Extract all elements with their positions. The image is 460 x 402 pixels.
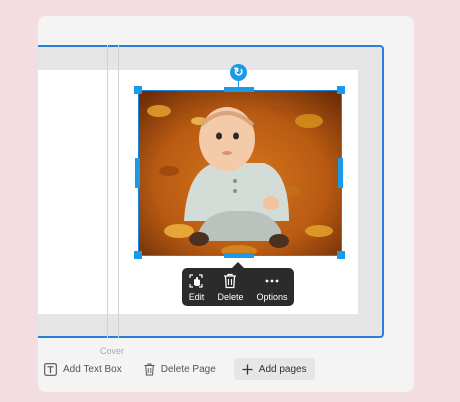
delete-button[interactable]: Delete: [217, 272, 243, 302]
resize-handle-left[interactable]: [135, 158, 140, 188]
add-text-box-button[interactable]: Add Text Box: [40, 358, 126, 380]
selected-photo[interactable]: [138, 90, 342, 256]
photo-image: [139, 91, 341, 255]
resize-handle-top-left[interactable]: [134, 86, 142, 94]
rotate-icon[interactable]: ↻: [230, 64, 247, 81]
hand-icon: [188, 272, 204, 290]
cover-label: Cover: [100, 346, 125, 356]
photo-toolbar: Edit Delete Options: [182, 262, 294, 306]
add-pages-button[interactable]: Add pages: [233, 358, 315, 380]
resize-handle-top[interactable]: [224, 87, 254, 92]
ellipsis-icon: [264, 272, 280, 290]
add-text-box-label: Add Text Box: [63, 363, 122, 375]
edit-button[interactable]: Edit: [188, 272, 204, 302]
resize-handle-bottom-right[interactable]: [337, 251, 345, 259]
delete-page-label: Delete Page: [160, 363, 216, 375]
resize-handle-right[interactable]: [338, 158, 343, 188]
delete-label: Delete: [217, 292, 244, 302]
page-actions-bar: Add Text Box Delete Page Add pages: [40, 358, 329, 380]
edit-label: Edit: [188, 292, 205, 302]
resize-handle-top-right[interactable]: [337, 86, 345, 94]
resize-handle-bottom-left[interactable]: [134, 251, 142, 259]
options-label: Options: [256, 292, 288, 302]
options-button[interactable]: Options: [256, 272, 288, 302]
add-pages-label: Add pages: [258, 363, 307, 375]
spine-guide-right: [118, 45, 119, 338]
text-box-icon: [44, 362, 57, 376]
resize-handle-bottom[interactable]: [224, 253, 254, 258]
trash-icon: [144, 363, 155, 376]
delete-page-button[interactable]: Delete Page: [140, 358, 220, 380]
spine-guide-left: [107, 45, 108, 338]
trash-icon: [223, 272, 237, 290]
plus-icon: [242, 364, 253, 375]
